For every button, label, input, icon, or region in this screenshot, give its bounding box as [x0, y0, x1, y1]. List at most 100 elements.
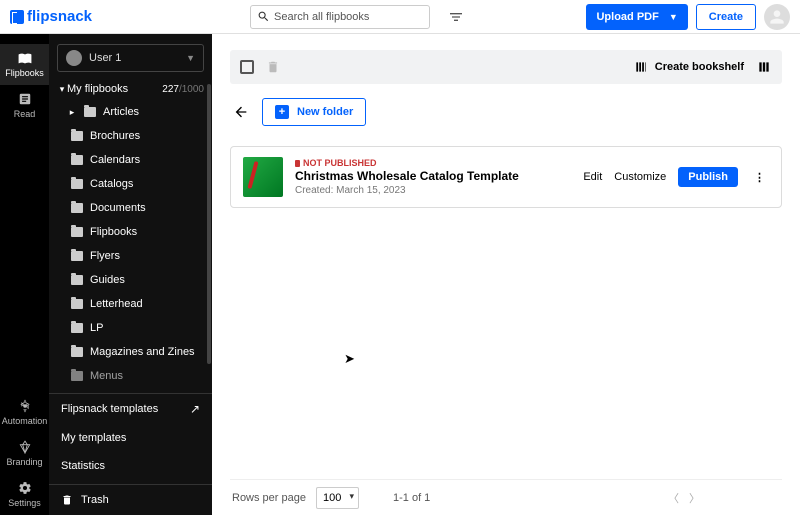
folder-label: Brochures — [90, 130, 140, 142]
user-avatar-small — [66, 50, 82, 66]
flipbook-count: 227/1000 — [162, 84, 204, 95]
nav-automation[interactable]: Automation — [0, 392, 49, 433]
filter-icon[interactable] — [448, 9, 464, 25]
chevron-right-icon: ▸ — [67, 107, 77, 118]
flipbook-thumbnail — [243, 157, 283, 197]
nav-label: Settings — [8, 498, 41, 508]
folder-brochures[interactable]: Brochures — [49, 124, 212, 148]
publish-status: NOT PUBLISHED — [295, 158, 571, 168]
diamond-icon — [17, 440, 33, 454]
link-my-templates[interactable]: My templates — [49, 424, 212, 452]
folder-documents[interactable]: Documents — [49, 196, 212, 220]
folder-label: Menus — [90, 370, 123, 382]
folder-articles[interactable]: ▸ Articles — [49, 100, 212, 124]
chevron-down-icon: ▼ — [186, 53, 195, 63]
nav-read[interactable]: Read — [0, 85, 49, 126]
folder-label: LP — [90, 322, 103, 334]
customize-link[interactable]: Customize — [614, 171, 666, 183]
folder-label: Calendars — [90, 154, 140, 166]
folder-label: Articles — [103, 106, 139, 118]
link-label: Trash — [81, 494, 109, 506]
folder-icon — [71, 251, 83, 261]
folder-icon — [71, 131, 83, 141]
folder-label: Flipbooks — [90, 226, 137, 238]
user-selector[interactable]: User 1 ▼ — [57, 44, 204, 72]
folder-lp[interactable]: LP — [49, 316, 212, 340]
brand-name: flipsnack — [27, 8, 92, 25]
upload-label: Upload PDF — [596, 11, 658, 23]
folder-guides[interactable]: Guides — [49, 268, 212, 292]
button-label: Create bookshelf — [655, 61, 744, 73]
selection-toolbar: Create bookshelf — [230, 50, 782, 84]
create-bookshelf-button[interactable]: Create bookshelf — [633, 60, 744, 74]
link-flipsnack-templates[interactable]: Flipsnack templates ↗ — [49, 394, 212, 424]
folder-calendars[interactable]: Calendars — [49, 148, 212, 172]
app-body: Flipbooks Read Automation Branding Setti… — [0, 34, 800, 515]
folder-icon — [84, 107, 96, 117]
rows-per-page-select[interactable]: 100 — [316, 487, 359, 509]
nav-flipbooks[interactable]: Flipbooks — [0, 44, 49, 85]
nav-settings[interactable]: Settings — [0, 474, 49, 515]
folder-label: Letterhead — [90, 298, 143, 310]
folder-magazines[interactable]: Magazines and Zines — [49, 340, 212, 364]
publish-button[interactable]: Publish — [678, 167, 738, 187]
automation-icon — [17, 399, 33, 413]
link-label: My templates — [61, 432, 126, 444]
scrollbar[interactable] — [207, 84, 211, 364]
back-button[interactable] — [230, 101, 252, 123]
search-input[interactable]: Search all flipbooks — [250, 5, 430, 29]
folder-icon — [71, 203, 83, 213]
folder-icon — [71, 275, 83, 285]
user-avatar[interactable] — [764, 4, 790, 30]
button-label: New folder — [297, 106, 353, 118]
prev-page-button[interactable]: 〈 — [668, 490, 679, 506]
upload-pdf-button[interactable]: Upload PDF ▼ — [586, 4, 687, 30]
new-folder-button[interactable]: + New folder — [262, 98, 366, 126]
sidebar-links: Flipsnack templates ↗ My templates Stati… — [49, 393, 212, 480]
grid-icon — [756, 60, 772, 74]
folder-label: Documents — [90, 202, 146, 214]
nav-branding[interactable]: Branding — [0, 433, 49, 474]
nav-rail: Flipbooks Read Automation Branding Setti… — [0, 34, 49, 515]
bookshelf-icon — [633, 60, 649, 74]
read-icon — [17, 92, 33, 106]
create-button[interactable]: Create — [696, 4, 756, 30]
rows-per-page-label: Rows per page — [232, 492, 306, 504]
folder-icon — [71, 323, 83, 333]
search-placeholder: Search all flipbooks — [274, 11, 369, 23]
next-page-button[interactable]: 〉 — [689, 490, 700, 506]
status-dot-icon — [295, 160, 300, 167]
chevron-down-icon: ▾ — [57, 84, 67, 95]
edit-link[interactable]: Edit — [583, 171, 602, 183]
logo-icon — [10, 10, 24, 24]
delete-button[interactable] — [266, 59, 280, 75]
nav-label: Branding — [6, 457, 42, 467]
book-icon — [17, 51, 33, 65]
flipbook-title: Christmas Wholesale Catalog Template — [295, 169, 571, 183]
my-flipbooks-node[interactable]: ▾ My flipbooks 227/1000 — [49, 78, 212, 100]
folder-menus[interactable]: Menus — [49, 364, 212, 388]
folder-flyers[interactable]: Flyers — [49, 244, 212, 268]
brand-logo[interactable]: flipsnack — [10, 8, 92, 25]
select-all-checkbox[interactable] — [240, 60, 254, 74]
folder-catalogs[interactable]: Catalogs — [49, 172, 212, 196]
gear-icon — [17, 481, 33, 495]
nav-label: Flipbooks — [5, 68, 44, 78]
folder-letterhead[interactable]: Letterhead — [49, 292, 212, 316]
link-trash[interactable]: Trash — [49, 484, 212, 515]
folder-label: Magazines and Zines — [90, 346, 195, 358]
folder-flipbooks[interactable]: Flipbooks — [49, 220, 212, 244]
page-range: 1-1 of 1 — [393, 492, 430, 504]
folder-icon — [71, 155, 83, 165]
app-header: flipsnack Search all flipbooks Upload PD… — [0, 0, 800, 34]
folder-icon — [71, 299, 83, 309]
folder-icon — [71, 227, 83, 237]
view-toggle[interactable] — [756, 60, 772, 74]
search-icon — [257, 10, 270, 23]
flipbook-card[interactable]: NOT PUBLISHED Christmas Wholesale Catalo… — [230, 146, 782, 208]
folder-label: Catalogs — [90, 178, 133, 190]
nav-label: Read — [14, 109, 36, 119]
main-content: Create bookshelf + New folder NOT PUBLIS… — [212, 34, 800, 515]
more-menu-icon[interactable]: ⋮ — [750, 171, 769, 184]
nav-label: Automation — [2, 416, 48, 426]
